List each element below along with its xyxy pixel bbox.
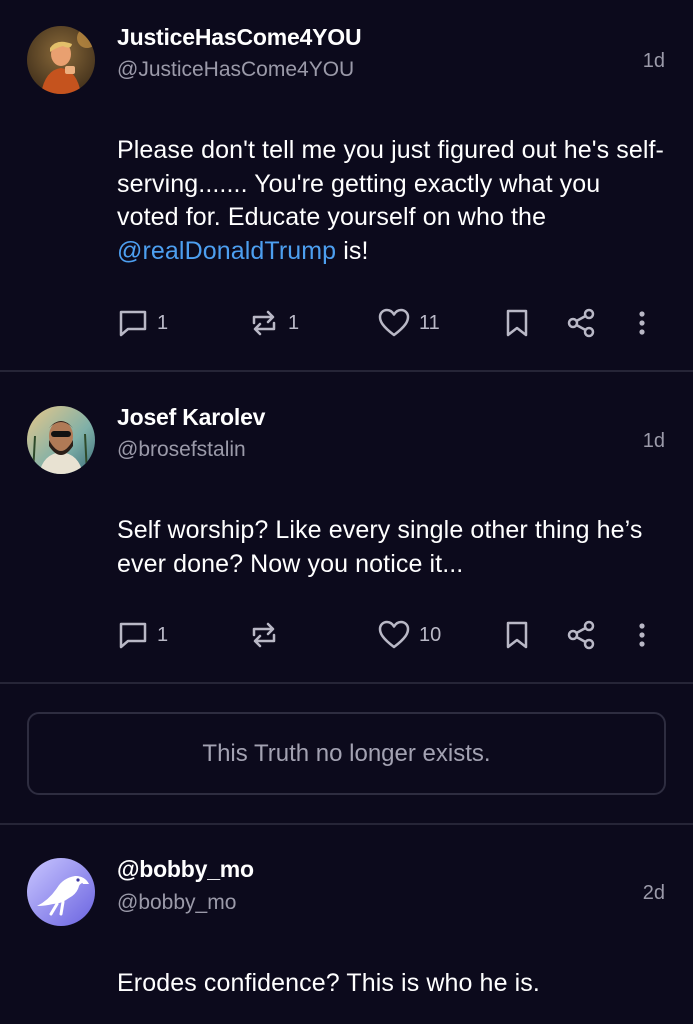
reply-button[interactable]: 1 [117,615,168,655]
like-count: 10 [419,623,442,646]
retruth-button[interactable] [248,615,288,655]
reply-count: 1 [157,623,169,646]
eagle-avatar-icon [27,858,95,926]
share-icon [567,308,595,338]
avatar-image [27,26,95,94]
display-name[interactable]: JusticeHasCome4YOU [117,24,362,51]
share-icon [567,620,595,650]
post-text: Please don't tell me you just figured ou… [117,134,667,268]
heart-icon [378,308,410,337]
post-actions: 1 10 [0,615,693,655]
feed: JusticeHasCome4YOU @JusticeHasCome4YOU 1… [0,0,693,1024]
avatar[interactable] [27,406,95,474]
more-vertical-icon [639,311,645,335]
bookmark-button[interactable] [503,303,531,343]
like-button[interactable]: 10 [377,615,441,655]
post-text-part: Self worship? Like every single other th… [117,516,643,578]
retruth-count: 1 [288,311,300,334]
post[interactable]: @bobby_mo @bobby_mo 2d Erodes confidence… [0,825,693,1024]
post-time: 2d [642,882,665,904]
share-button[interactable] [565,615,597,655]
post-text: Self worship? Like every single other th… [117,514,667,581]
like-count: 11 [419,311,440,334]
bookmark-button[interactable] [503,615,531,655]
post-text-part: Erodes confidence? This is who he is. [117,969,540,997]
post[interactable]: JusticeHasCome4YOU @JusticeHasCome4YOU 1… [0,0,693,370]
user-handle[interactable]: @JusticeHasCome4YOU [117,58,354,82]
avatar[interactable] [27,858,95,926]
deleted-post-notice: This Truth no longer exists. [27,712,666,795]
reply-count: 1 [157,311,169,334]
display-name[interactable]: Josef Karolev [117,404,265,431]
bookmark-icon [506,309,528,337]
retruth-icon [252,310,276,336]
post-divider [0,682,693,684]
post-time: 1d [642,50,665,72]
user-handle[interactable]: @bobby_mo [117,891,236,915]
post-text-part: Please don't tell me you just figured ou… [117,136,664,231]
user-handle[interactable]: @brosefstalin [117,438,246,462]
bookmark-icon [506,621,528,649]
like-button[interactable]: 11 [377,303,440,343]
comment-icon [119,622,147,649]
display-name[interactable]: @bobby_mo [117,856,254,883]
post-actions: 1 1 11 [0,303,693,343]
avatar[interactable] [27,26,95,94]
avatar-image [27,406,95,474]
more-button[interactable] [628,303,656,343]
share-button[interactable] [565,303,597,343]
post-time: 1d [642,430,665,452]
more-button[interactable] [628,615,656,655]
heart-icon [378,620,410,649]
post-text-part: is! [336,236,369,265]
retruth-icon [252,622,276,648]
retruth-button[interactable]: 1 [248,303,299,343]
mention-link[interactable]: @realDonaldTrump [117,237,336,265]
post[interactable]: Josef Karolev @brosefstalin 1d Self wors… [0,372,693,682]
post-text: Erodes confidence? This is who he is. [117,967,667,1001]
reply-button[interactable]: 1 [117,303,168,343]
comment-icon [119,310,147,337]
more-vertical-icon [639,623,645,647]
